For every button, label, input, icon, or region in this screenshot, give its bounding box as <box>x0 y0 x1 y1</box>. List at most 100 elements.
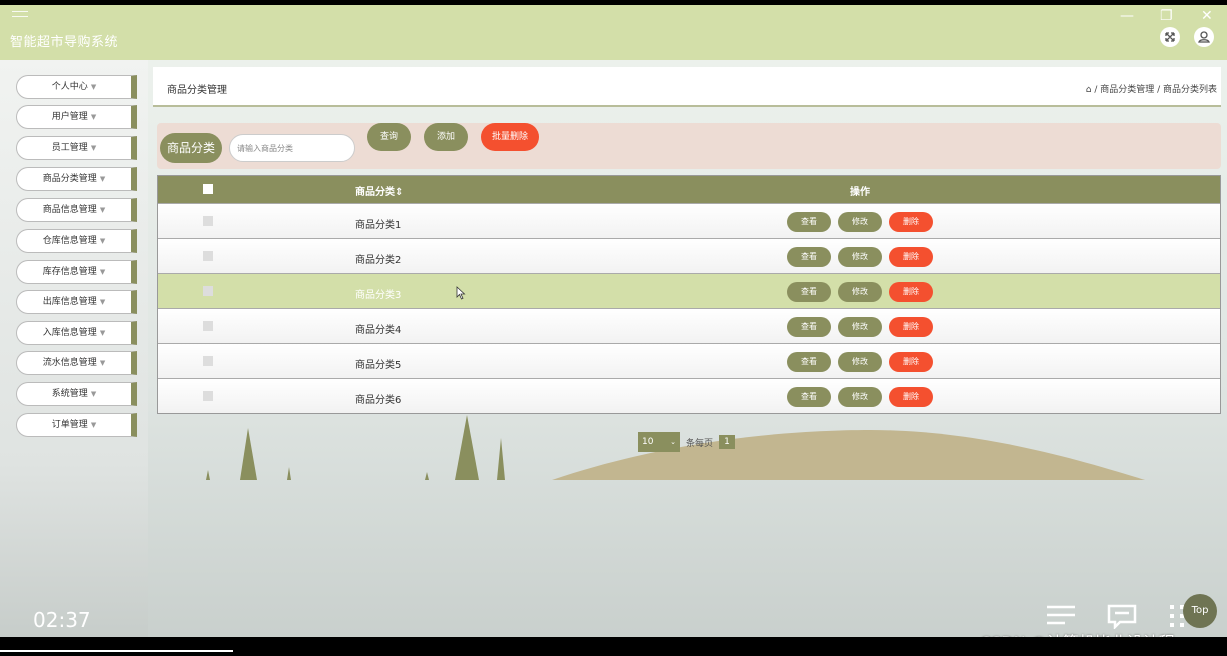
delete-button[interactable]: 删除 <box>889 247 933 267</box>
table-row[interactable]: 商品分类2 查看 修改 删除 <box>158 238 1220 273</box>
chevron-down-icon: ▼ <box>90 144 97 152</box>
row-checkbox[interactable] <box>203 251 213 261</box>
delete-button[interactable]: 删除 <box>889 352 933 372</box>
chevron-down-icon: ▼ <box>99 329 106 337</box>
video-progress-bar[interactable] <box>0 650 234 652</box>
sidebar-item[interactable]: 系统管理 ▼ <box>16 382 137 406</box>
chevron-down-icon: ⌄ <box>670 438 676 446</box>
chevron-down-icon: ▼ <box>90 83 97 91</box>
playlist-icon[interactable] <box>1045 603 1077 629</box>
menu-icon[interactable] <box>12 11 28 17</box>
category-name: 商品分类4 <box>355 325 402 336</box>
chevron-down-icon: ▼ <box>99 237 106 245</box>
edit-button[interactable]: 修改 <box>838 317 882 337</box>
sidebar-item[interactable]: 入库信息管理 ▼ <box>16 321 137 345</box>
restore-icon[interactable]: ❐ <box>1160 9 1173 23</box>
sidebar-item[interactable]: 商品信息管理 ▼ <box>16 198 137 222</box>
edit-button[interactable]: 修改 <box>838 212 882 232</box>
chevron-down-icon: ▼ <box>90 421 97 429</box>
table-row[interactable]: 商品分类4 查看 修改 删除 <box>158 308 1220 343</box>
chevron-down-icon: ▼ <box>99 298 106 306</box>
view-button[interactable]: 查看 <box>787 247 831 267</box>
column-header-actions: 操作 <box>850 187 870 198</box>
sidebar-item-label: 员工管理 <box>51 143 88 153</box>
row-checkbox[interactable] <box>203 356 213 366</box>
breadcrumb: ⌂ / 商品分类管理 / 商品分类列表 <box>1086 82 1217 95</box>
breadcrumb-path[interactable]: / 商品分类管理 / 商品分类列表 <box>1094 85 1217 95</box>
category-name: 商品分类1 <box>355 220 402 231</box>
row-checkbox[interactable] <box>203 321 213 331</box>
sidebar-item-label: 入库信息管理 <box>42 328 97 338</box>
chevron-down-icon: ▼ <box>99 206 106 214</box>
row-checkbox[interactable] <box>203 286 213 296</box>
column-header-category[interactable]: 商品分类⇕ <box>355 183 403 198</box>
row-checkbox[interactable] <box>203 391 213 401</box>
user-icon[interactable] <box>1194 27 1214 47</box>
delete-button[interactable]: 删除 <box>889 387 933 407</box>
minimize-icon[interactable]: — <box>1120 9 1134 23</box>
mouse-cursor-icon <box>456 286 466 300</box>
sidebar-item[interactable]: 订单管理 ▼ <box>16 413 137 437</box>
close-icon[interactable]: ✕ <box>1201 9 1213 23</box>
breadcrumb-bar: 商品分类管理 ⌂ / 商品分类管理 / 商品分类列表 <box>153 67 1221 107</box>
sidebar-item-label: 出库信息管理 <box>42 297 97 307</box>
category-name: 商品分类5 <box>355 360 402 371</box>
sidebar-item[interactable]: 个人中心 ▼ <box>16 75 137 99</box>
delete-button[interactable]: 删除 <box>889 212 933 232</box>
watermark: CSDN @计算机毕业设计程 <box>980 629 1175 637</box>
sidebar-item-label: 系统管理 <box>51 389 88 399</box>
delete-button[interactable]: 删除 <box>889 317 933 337</box>
row-checkbox[interactable] <box>203 216 213 226</box>
add-button[interactable]: 添加 <box>424 123 468 151</box>
view-button[interactable]: 查看 <box>787 282 831 302</box>
category-name: 商品分类6 <box>355 395 402 406</box>
sidebar-item-label: 个人中心 <box>51 82 88 92</box>
sidebar-item[interactable]: 商品分类管理 ▼ <box>16 167 137 191</box>
page-number-button[interactable]: 1 <box>719 435 735 449</box>
sidebar-item[interactable]: 流水信息管理 ▼ <box>16 351 137 375</box>
home-icon[interactable]: ⌂ <box>1086 85 1092 95</box>
edit-button[interactable]: 修改 <box>838 282 882 302</box>
table-header: 商品分类⇕ 操作 <box>158 176 1220 203</box>
edit-button[interactable]: 修改 <box>838 352 882 372</box>
page-size-select[interactable]: 10 ⌄ <box>638 432 680 452</box>
comment-icon[interactable] <box>1106 603 1138 629</box>
sidebar-item[interactable]: 用户管理 ▼ <box>16 105 137 129</box>
sidebar-item-label: 商品分类管理 <box>42 174 97 184</box>
sort-icon[interactable]: ⇕ <box>395 187 403 198</box>
sidebar-item[interactable]: 出库信息管理 ▼ <box>16 290 137 314</box>
fullscreen-icon[interactable] <box>1160 27 1180 47</box>
table-row[interactable]: 商品分类3 查看 修改 删除 <box>158 273 1220 308</box>
chevron-down-icon: ▼ <box>90 390 97 398</box>
view-button[interactable]: 查看 <box>787 212 831 232</box>
edit-button[interactable]: 修改 <box>838 247 882 267</box>
sidebar-item-label: 订单管理 <box>51 420 88 430</box>
sidebar-item-label: 仓库信息管理 <box>42 236 97 246</box>
search-input[interactable] <box>229 134 355 162</box>
query-button[interactable]: 查询 <box>367 123 411 151</box>
view-button[interactable]: 查看 <box>787 317 831 337</box>
app-title: 智能超市导购系统 <box>10 35 119 50</box>
category-name: 商品分类3 <box>355 290 402 301</box>
view-button[interactable]: 查看 <box>787 352 831 372</box>
chevron-down-icon: ▼ <box>99 268 106 276</box>
select-all-checkbox[interactable] <box>203 184 213 194</box>
table-row[interactable]: 商品分类6 查看 修改 删除 <box>158 378 1220 413</box>
sidebar-item[interactable]: 库存信息管理 ▼ <box>16 260 137 284</box>
chevron-down-icon: ▼ <box>90 113 97 121</box>
table-row[interactable]: 商品分类5 查看 修改 删除 <box>158 343 1220 378</box>
sidebar-item[interactable]: 仓库信息管理 ▼ <box>16 229 137 253</box>
table-row[interactable]: 商品分类1 查看 修改 删除 <box>158 203 1220 238</box>
header-bar: 智能超市导购系统 — ❐ ✕ <box>0 5 1227 60</box>
sidebar-item[interactable]: 员工管理 ▼ <box>16 136 137 160</box>
search-bar: 商品分类 查询 添加 批量删除 <box>157 123 1221 169</box>
edit-button[interactable]: 修改 <box>838 387 882 407</box>
per-page-label: 条每页 <box>686 439 714 449</box>
back-to-top-button[interactable]: Top <box>1183 594 1217 628</box>
view-button[interactable]: 查看 <box>787 387 831 407</box>
sidebar-item-label: 用户管理 <box>51 112 88 122</box>
search-label: 商品分类 <box>160 133 222 163</box>
chevron-down-icon: ▼ <box>99 359 106 367</box>
delete-button[interactable]: 删除 <box>889 282 933 302</box>
batch-delete-button[interactable]: 批量删除 <box>481 123 539 151</box>
